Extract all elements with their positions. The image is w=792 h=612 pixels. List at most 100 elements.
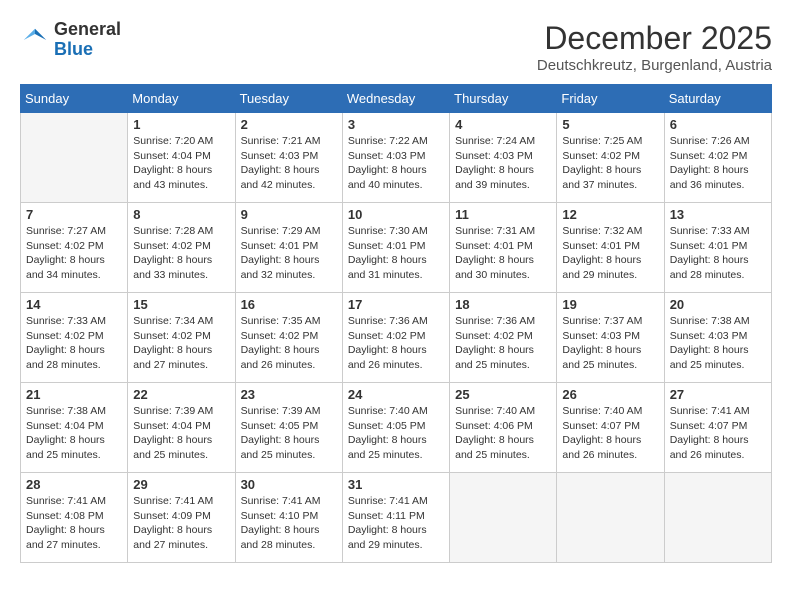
day-cell: 10 Sunrise: 7:30 AMSunset: 4:01 PMDayligh… xyxy=(342,203,449,293)
title-block: December 2025 Deutschkreutz, Burgenland,… xyxy=(537,20,772,74)
day-info: Sunrise: 7:41 AMSunset: 4:11 PMDaylight:… xyxy=(348,494,444,553)
day-cell: 31 Sunrise: 7:41 AMSunset: 4:11 PMDayligh… xyxy=(342,473,449,563)
day-cell: 7 Sunrise: 7:27 AMSunset: 4:02 PMDaylight… xyxy=(21,203,128,293)
weekday-header-sunday: Sunday xyxy=(21,85,128,113)
day-cell: 27Sunrise: 7:41 AMSunset: 4:07 PMDayligh… xyxy=(664,383,771,473)
logo-text: General Blue xyxy=(54,20,121,60)
day-cell xyxy=(21,113,128,203)
logo-icon xyxy=(20,25,50,55)
day-cell: 2 Sunrise: 7:21 AMSunset: 4:03 PMDaylight… xyxy=(235,113,342,203)
day-number: 17 xyxy=(348,297,444,312)
day-cell: 4Sunrise: 7:24 AMSunset: 4:03 PMDaylight… xyxy=(450,113,557,203)
day-info: Sunrise: 7:41 AMSunset: 4:10 PMDaylight:… xyxy=(241,494,337,553)
day-cell: 6 Sunrise: 7:26 AMSunset: 4:02 PMDaylight… xyxy=(664,113,771,203)
day-cell xyxy=(450,473,557,563)
day-cell: 18 Sunrise: 7:36 AMSunset: 4:02 PMDayligh… xyxy=(450,293,557,383)
logo-blue: Blue xyxy=(54,39,93,59)
weekday-header-saturday: Saturday xyxy=(664,85,771,113)
day-cell: 9Sunrise: 7:29 AMSunset: 4:01 PMDaylight… xyxy=(235,203,342,293)
day-info: Sunrise: 7:40 AMSunset: 4:06 PMDaylight:… xyxy=(455,404,551,463)
day-number: 8 xyxy=(133,207,229,222)
day-cell: 5 Sunrise: 7:25 AMSunset: 4:02 PMDaylight… xyxy=(557,113,664,203)
day-cell: 11 Sunrise: 7:31 AMSunset: 4:01 PMDayligh… xyxy=(450,203,557,293)
day-cell xyxy=(664,473,771,563)
week-row-4: 21Sunrise: 7:38 AMSunset: 4:04 PMDayligh… xyxy=(21,383,772,473)
day-number: 6 xyxy=(670,117,766,132)
day-info: Sunrise: 7:28 AMSunset: 4:02 PMDaylight:… xyxy=(133,224,229,283)
week-row-1: 1Sunrise: 7:20 AMSunset: 4:04 PMDaylight… xyxy=(21,113,772,203)
day-info: Sunrise: 7:41 AMSunset: 4:08 PMDaylight:… xyxy=(26,494,122,553)
day-cell: 23 Sunrise: 7:39 AMSunset: 4:05 PMDayligh… xyxy=(235,383,342,473)
day-info: Sunrise: 7:39 AMSunset: 4:04 PMDaylight:… xyxy=(133,404,229,463)
day-number: 21 xyxy=(26,387,122,402)
day-number: 25 xyxy=(455,387,551,402)
page-header: General Blue December 2025 Deutschkreutz… xyxy=(20,20,772,74)
day-info: Sunrise: 7:31 AMSunset: 4:01 PMDaylight:… xyxy=(455,224,551,283)
logo: General Blue xyxy=(20,20,121,60)
day-number: 20 xyxy=(670,297,766,312)
day-number: 3 xyxy=(348,117,444,132)
logo-general: General xyxy=(54,19,121,39)
day-cell: 14Sunrise: 7:33 AMSunset: 4:02 PMDayligh… xyxy=(21,293,128,383)
day-number: 10 xyxy=(348,207,444,222)
week-row-3: 14Sunrise: 7:33 AMSunset: 4:02 PMDayligh… xyxy=(21,293,772,383)
day-info: Sunrise: 7:35 AMSunset: 4:02 PMDaylight:… xyxy=(241,314,337,373)
location-title: Deutschkreutz, Burgenland, Austria xyxy=(537,57,772,74)
day-cell: 20Sunrise: 7:38 AMSunset: 4:03 PMDayligh… xyxy=(664,293,771,383)
day-number: 31 xyxy=(348,477,444,492)
calendar: SundayMondayTuesdayWednesdayThursdayFrid… xyxy=(20,84,772,563)
day-number: 13 xyxy=(670,207,766,222)
day-cell: 29 Sunrise: 7:41 AMSunset: 4:09 PMDayligh… xyxy=(128,473,235,563)
day-cell: 8 Sunrise: 7:28 AMSunset: 4:02 PMDaylight… xyxy=(128,203,235,293)
day-info: Sunrise: 7:33 AMSunset: 4:02 PMDaylight:… xyxy=(26,314,122,373)
day-number: 27 xyxy=(670,387,766,402)
day-cell: 28 Sunrise: 7:41 AMSunset: 4:08 PMDayligh… xyxy=(21,473,128,563)
day-number: 28 xyxy=(26,477,122,492)
day-number: 7 xyxy=(26,207,122,222)
weekday-header-friday: Friday xyxy=(557,85,664,113)
day-cell: 3 Sunrise: 7:22 AMSunset: 4:03 PMDaylight… xyxy=(342,113,449,203)
day-info: Sunrise: 7:27 AMSunset: 4:02 PMDaylight:… xyxy=(26,224,122,283)
day-cell: 21Sunrise: 7:38 AMSunset: 4:04 PMDayligh… xyxy=(21,383,128,473)
day-number: 4 xyxy=(455,117,551,132)
day-number: 22 xyxy=(133,387,229,402)
day-number: 11 xyxy=(455,207,551,222)
day-info: Sunrise: 7:39 AMSunset: 4:05 PMDaylight:… xyxy=(241,404,337,463)
day-info: Sunrise: 7:36 AMSunset: 4:02 PMDaylight:… xyxy=(455,314,551,373)
day-number: 2 xyxy=(241,117,337,132)
day-number: 15 xyxy=(133,297,229,312)
day-info: Sunrise: 7:29 AMSunset: 4:01 PMDaylight:… xyxy=(241,224,337,283)
day-info: Sunrise: 7:22 AMSunset: 4:03 PMDaylight:… xyxy=(348,134,444,193)
day-number: 19 xyxy=(562,297,658,312)
day-cell: 26Sunrise: 7:40 AMSunset: 4:07 PMDayligh… xyxy=(557,383,664,473)
day-info: Sunrise: 7:30 AMSunset: 4:01 PMDaylight:… xyxy=(348,224,444,283)
weekday-header-tuesday: Tuesday xyxy=(235,85,342,113)
day-number: 18 xyxy=(455,297,551,312)
weekday-header-monday: Monday xyxy=(128,85,235,113)
day-cell: 24Sunrise: 7:40 AMSunset: 4:05 PMDayligh… xyxy=(342,383,449,473)
day-number: 5 xyxy=(562,117,658,132)
day-number: 23 xyxy=(241,387,337,402)
day-cell xyxy=(557,473,664,563)
day-cell: 13 Sunrise: 7:33 AMSunset: 4:01 PMDayligh… xyxy=(664,203,771,293)
month-title: December 2025 xyxy=(537,20,772,57)
day-info: Sunrise: 7:41 AMSunset: 4:09 PMDaylight:… xyxy=(133,494,229,553)
week-row-2: 7 Sunrise: 7:27 AMSunset: 4:02 PMDaylight… xyxy=(21,203,772,293)
day-cell: 25 Sunrise: 7:40 AMSunset: 4:06 PMDayligh… xyxy=(450,383,557,473)
day-cell: 15Sunrise: 7:34 AMSunset: 4:02 PMDayligh… xyxy=(128,293,235,383)
weekday-header-wednesday: Wednesday xyxy=(342,85,449,113)
day-info: Sunrise: 7:25 AMSunset: 4:02 PMDaylight:… xyxy=(562,134,658,193)
day-number: 26 xyxy=(562,387,658,402)
day-info: Sunrise: 7:32 AMSunset: 4:01 PMDaylight:… xyxy=(562,224,658,283)
day-number: 24 xyxy=(348,387,444,402)
day-info: Sunrise: 7:21 AMSunset: 4:03 PMDaylight:… xyxy=(241,134,337,193)
week-row-5: 28 Sunrise: 7:41 AMSunset: 4:08 PMDayligh… xyxy=(21,473,772,563)
day-info: Sunrise: 7:33 AMSunset: 4:01 PMDaylight:… xyxy=(670,224,766,283)
day-number: 29 xyxy=(133,477,229,492)
day-info: Sunrise: 7:36 AMSunset: 4:02 PMDaylight:… xyxy=(348,314,444,373)
day-cell: 16Sunrise: 7:35 AMSunset: 4:02 PMDayligh… xyxy=(235,293,342,383)
day-cell: 1Sunrise: 7:20 AMSunset: 4:04 PMDaylight… xyxy=(128,113,235,203)
day-cell: 30Sunrise: 7:41 AMSunset: 4:10 PMDayligh… xyxy=(235,473,342,563)
day-info: Sunrise: 7:20 AMSunset: 4:04 PMDaylight:… xyxy=(133,134,229,193)
day-info: Sunrise: 7:26 AMSunset: 4:02 PMDaylight:… xyxy=(670,134,766,193)
